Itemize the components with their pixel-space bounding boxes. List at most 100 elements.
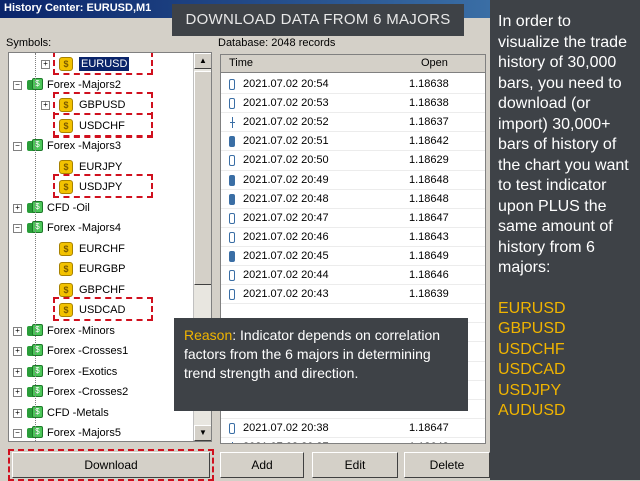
download-highlight-box <box>8 449 214 481</box>
tree-item-label: Forex -Exotics <box>47 365 118 378</box>
symbol-highlight-box <box>53 112 153 137</box>
tree-item-label: EURCHF <box>79 242 125 255</box>
cell-open[interactable]: 1.18643 <box>409 228 449 247</box>
delete-button[interactable]: Delete <box>404 452 490 478</box>
expand-toggle-icon[interactable]: − <box>13 224 22 233</box>
candle-hollow-icon <box>229 289 235 301</box>
pair-item: GBPUSD <box>498 320 566 337</box>
cell-open[interactable]: 1.18629 <box>409 151 449 170</box>
scroll-thumb[interactable] <box>194 71 211 285</box>
candle-filled-icon <box>229 193 235 205</box>
expand-toggle-icon[interactable]: − <box>13 142 22 151</box>
column-header-time[interactable]: Time <box>229 57 253 69</box>
symbol-coin-icon: $ <box>59 262 73 276</box>
tree-item-label: EURGBP <box>79 263 126 275</box>
tree-symbol-item[interactable]: $ EURGBP <box>9 259 197 279</box>
cell-time[interactable]: 2021.07.02 20:51 <box>243 132 329 151</box>
cell-open[interactable]: 1.18642 <box>409 132 449 151</box>
cell-open[interactable]: 1.18649 <box>409 247 449 266</box>
expand-toggle-icon[interactable]: − <box>13 80 22 90</box>
cell-time[interactable]: 2021.07.02 20:43 <box>243 285 329 304</box>
candle-cross-icon <box>229 441 237 443</box>
cell-time[interactable]: 2021.07.02 20:54 <box>243 75 329 94</box>
tree-folder-item[interactable]: + $ CFD -Oil <box>9 198 197 218</box>
database-label: Database: 2048 records <box>218 37 336 49</box>
tree-item-label: Forex -Crosses2 <box>47 386 129 398</box>
tree-folder-item[interactable]: − $ Forex -Majors5 <box>9 423 197 441</box>
cell-time[interactable]: 2021.07.02 20:53 <box>243 94 329 113</box>
instructions-panel: In order to visualize the trade history … <box>490 0 640 480</box>
expand-toggle-icon[interactable]: + <box>13 408 22 418</box>
tree-folder-item[interactable]: + $ Forex -Exotics <box>9 362 197 382</box>
candle-hollow-icon <box>229 79 235 90</box>
symbol-coin-icon: $ <box>59 241 73 256</box>
row-divider <box>221 303 485 305</box>
cell-time[interactable]: 2021.07.02 20:38 <box>243 419 329 438</box>
candle-cross-icon <box>229 117 237 129</box>
cell-time[interactable]: 2021.07.02 20:47 <box>243 209 329 228</box>
major-pairs-list: EURUSD GBPUSD USDCHF USDCAD USDJPY AUDUS… <box>498 299 632 422</box>
table-header: Time Open <box>221 55 485 73</box>
expand-toggle-icon[interactable]: + <box>41 101 50 110</box>
edit-button[interactable]: Edit <box>312 452 398 478</box>
column-header-open[interactable]: Open <box>421 57 448 69</box>
pair-item: AUDUSD <box>498 402 566 419</box>
symbols-label: Symbols: <box>6 37 52 49</box>
reason-label: Reason <box>184 327 233 343</box>
cell-time[interactable]: 2021.07.02 20:52 <box>243 113 329 132</box>
tree-item-label: Forex -Majors3 <box>47 140 121 152</box>
expand-toggle-icon[interactable]: + <box>13 367 22 377</box>
tree-folder-item[interactable]: + $ CFD -Metals <box>9 403 197 423</box>
tree-folder-item[interactable]: − $ Forex -Majors4 <box>9 218 197 238</box>
tree-folder-item[interactable]: + $ Forex -Crosses1 <box>9 341 197 361</box>
tree-item-label: Forex -Minors <box>47 324 115 337</box>
cell-open[interactable]: 1.18639 <box>409 285 449 304</box>
expand-toggle-icon[interactable]: + <box>13 347 22 356</box>
candle-hollow-icon <box>229 155 235 167</box>
expand-toggle-icon[interactable]: + <box>13 203 22 213</box>
expand-toggle-icon[interactable]: + <box>13 326 22 336</box>
cell-time[interactable]: 2021.07.02 20:49 <box>243 171 329 190</box>
scroll-down-arrow-icon[interactable]: ▼ <box>194 425 211 441</box>
symbol-highlight-box <box>53 174 153 198</box>
candle-hollow-icon <box>229 212 235 224</box>
symbols-tree-content: + $ EURUSD − $ Forex -Majors2 + $ GBPUSD $ USDCHF −… <box>9 53 197 441</box>
tree-symbol-item[interactable]: $ EURCHF <box>9 239 197 259</box>
tree-folder-item[interactable]: + $ Forex -Minors <box>9 321 197 341</box>
tree-item-label: Forex -Majors4 <box>47 222 121 234</box>
expand-toggle-icon[interactable]: − <box>13 429 22 438</box>
add-button[interactable]: Add <box>220 452 304 478</box>
pair-item: USDCHF <box>498 340 565 358</box>
download-banner: DOWNLOAD DATA FROM 6 MAJORS <box>172 4 464 36</box>
cell-open[interactable]: 1.18638 <box>409 94 449 113</box>
candle-hollow-icon <box>229 422 235 434</box>
candle-hollow-icon <box>229 231 235 243</box>
cell-open[interactable]: 1.18647 <box>409 209 449 228</box>
cell-open[interactable]: 1.18648 <box>409 171 449 190</box>
pair-item: USDJPY <box>498 381 562 399</box>
tree-folder-item[interactable]: + $ Forex -Crosses2 <box>9 382 197 402</box>
candle-filled-icon <box>229 250 235 262</box>
cell-open[interactable]: 1.18638 <box>409 75 449 94</box>
cell-time[interactable]: 2021.07.02 20:50 <box>243 151 329 170</box>
cell-open[interactable]: 1.18648 <box>409 438 449 443</box>
cell-time[interactable]: 2021.07.02 20:44 <box>243 266 329 285</box>
tree-folder-item[interactable]: − $ Forex -Majors3 <box>9 136 197 156</box>
reason-callout: Reason: Indicator depends on correlation… <box>174 318 468 411</box>
cell-time[interactable]: 2021.07.02 20:48 <box>243 190 329 209</box>
cell-open[interactable]: 1.18647 <box>409 419 449 438</box>
cell-time[interactable]: 2021.07.02 20:45 <box>243 247 329 266</box>
cell-open[interactable]: 1.18646 <box>409 266 449 285</box>
cell-time[interactable]: 2021.07.02 20:37 <box>243 438 329 443</box>
symbol-coin-icon: $ <box>59 282 73 297</box>
scroll-up-arrow-icon[interactable]: ▲ <box>194 53 211 69</box>
symbol-highlight-box <box>53 53 153 75</box>
cell-time[interactable]: 2021.07.02 20:46 <box>243 228 329 247</box>
cell-open[interactable]: 1.18648 <box>409 190 449 209</box>
tree-item-label: Forex -Crosses1 <box>47 345 129 357</box>
symbol-coin-icon: $ <box>59 159 73 174</box>
expand-toggle-icon[interactable]: + <box>41 60 50 69</box>
cell-open[interactable]: 1.18637 <box>409 113 449 132</box>
expand-toggle-icon[interactable]: + <box>13 388 22 397</box>
tree-item-label: CFD -Metals <box>47 406 109 419</box>
